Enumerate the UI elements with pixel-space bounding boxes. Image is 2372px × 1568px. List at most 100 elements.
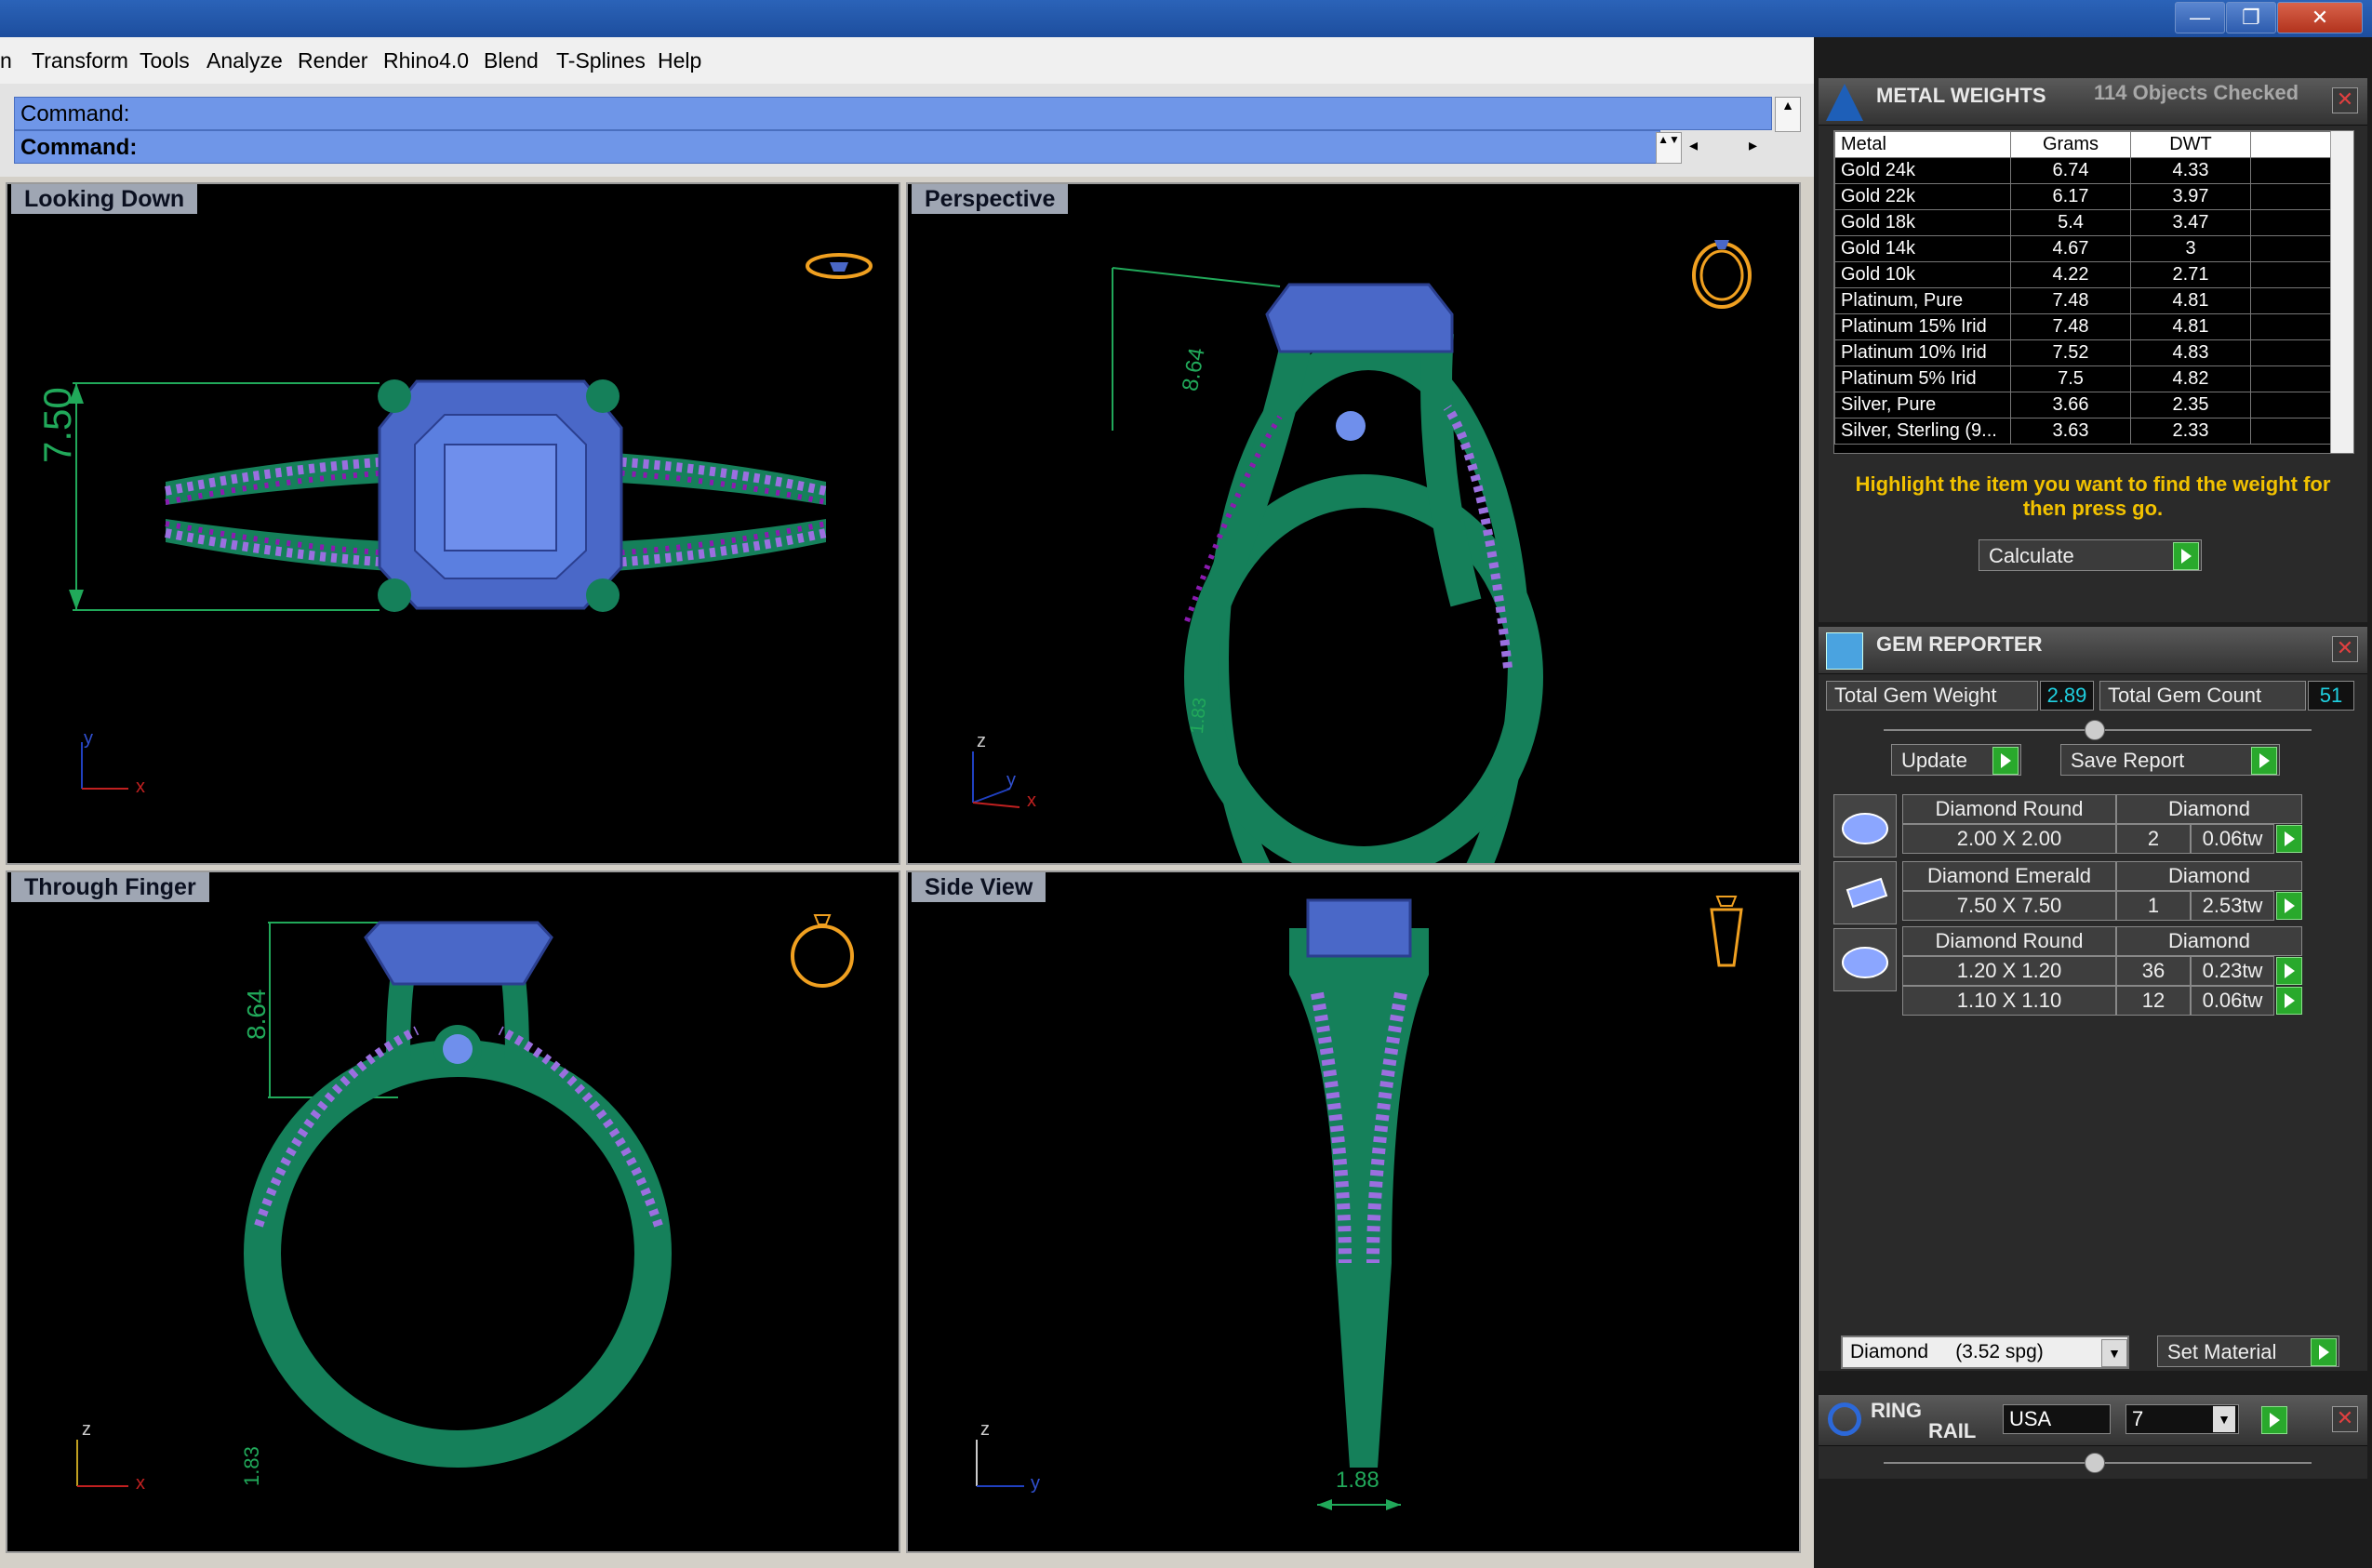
table-scrollbar[interactable] <box>2330 131 2353 453</box>
column-header[interactable]: Metal <box>1834 131 2011 158</box>
menu-item-transform[interactable]: Transform <box>32 48 128 73</box>
menu-item-render[interactable]: Render <box>298 48 367 73</box>
calculate-button[interactable]: Calculate <box>1979 539 2202 571</box>
gem-reporter-icon <box>1826 632 1863 670</box>
viewport-label[interactable]: Through Finger <box>11 872 209 902</box>
restore-button[interactable]: ❐ <box>2226 2 2276 33</box>
axis-label-x: x <box>136 1473 145 1494</box>
gem-material: Diamond <box>2116 926 2302 956</box>
set-material-label: Set Material <box>2167 1340 2277 1363</box>
command-scroll-up-icon[interactable]: ▲ <box>1775 97 1801 132</box>
save-report-button[interactable]: Save Report <box>2060 744 2280 776</box>
material-select[interactable]: Diamond (3.52 spg) <box>1841 1335 2129 1369</box>
metal-name: Silver, Pure <box>1834 392 2011 419</box>
viewport-label[interactable]: Perspective <box>912 184 1069 214</box>
gem-go-button[interactable] <box>2276 892 2302 920</box>
chevron-right-icon[interactable]: ▸ <box>1749 136 1757 155</box>
instructions-text: Highlight the item you want to find the … <box>1855 472 2331 520</box>
table-row[interactable]: Gold 22k 6.17 3.97 <box>1834 183 2338 210</box>
menu-item-rhino4[interactable]: Rhino4.0 <box>383 48 469 73</box>
table-row[interactable]: Gold 10k 4.22 2.71 <box>1834 261 2338 288</box>
gem-go-button[interactable] <box>2276 957 2302 985</box>
grams-value: 3.63 <box>2010 418 2131 445</box>
gem-go-button[interactable] <box>2276 987 2302 1015</box>
viewport-label[interactable]: Looking Down <box>11 184 198 214</box>
close-icon[interactable]: ✕ <box>2332 87 2358 113</box>
command-spin-icon[interactable]: ▲▼ <box>1656 132 1682 164</box>
gem-shape: Diamond Round <box>1902 926 2116 956</box>
total-gem-count-value: 51 <box>2308 681 2354 711</box>
ring-side-view <box>976 896 1743 1510</box>
metal-name: Silver, Sterling (9... <box>1834 418 2011 445</box>
grams-value: 7.52 <box>2010 339 2131 366</box>
grams-value: 3.66 <box>2010 392 2131 419</box>
gem-go-button[interactable] <box>2276 825 2302 853</box>
grams-value: 7.48 <box>2010 287 2131 314</box>
slider-handle[interactable] <box>2085 720 2105 740</box>
close-icon[interactable]: ✕ <box>2332 1406 2358 1432</box>
go-arrow-icon <box>2173 542 2199 570</box>
command-input[interactable]: Command: <box>14 130 1660 164</box>
dimension-label-2: 1.83 <box>1187 697 1211 735</box>
ring-rail-go-button[interactable] <box>2261 1406 2287 1434</box>
viewport-side-view[interactable]: Side View 1.88 z y <box>906 870 1801 1553</box>
menu-bar: n Transform Tools Analyze Render Rhino4.… <box>0 37 1814 85</box>
menu-item-file[interactable]: n <box>0 48 12 73</box>
chevron-down-icon[interactable]: ▼ <box>2101 1339 2127 1367</box>
gem-size: 1.10 X 1.10 <box>1902 986 2116 1016</box>
gem-weight: 0.23tw <box>2191 956 2274 986</box>
table-row[interactable]: Silver, Sterling (9... 3.63 2.33 <box>1834 418 2338 445</box>
table-row[interactable]: Gold 24k 6.74 4.33 <box>1834 157 2338 184</box>
dimension-label: 1.88 <box>1336 1468 1379 1493</box>
menu-item-help[interactable]: Help <box>658 48 701 73</box>
dwt-value: 3.97 <box>2130 183 2251 210</box>
grams-value: 4.22 <box>2010 261 2131 288</box>
minimize-button[interactable]: — <box>2175 2 2225 33</box>
table-row[interactable]: Gold 14k 4.67 3 <box>1834 235 2338 262</box>
column-header[interactable]: DWT <box>2130 131 2251 158</box>
viewport-looking-down[interactable]: Looking Down 7.50 y x <box>6 182 900 865</box>
axis-label-y: y <box>1031 1473 1040 1494</box>
dwt-value: 4.81 <box>2130 287 2251 314</box>
chevron-down-icon[interactable]: ▼ <box>2213 1406 2235 1432</box>
dwt-value: 2.35 <box>2130 392 2251 419</box>
axis-label-z: z <box>82 1419 91 1440</box>
table-row[interactable]: Gold 18k 5.4 3.47 <box>1834 209 2338 236</box>
metal-weights-table[interactable]: Metal Grams DWT Gold 24k 6.74 4.33 Gold 22… <box>1833 130 2354 454</box>
go-arrow-icon <box>2311 1338 2337 1366</box>
viewport-label[interactable]: Side View <box>912 872 1046 902</box>
table-row[interactable]: Platinum 5% Irid 7.5 4.82 <box>1834 365 2338 392</box>
command-history: Command: <box>14 97 1772 130</box>
menu-item-tsplines[interactable]: T-Splines <box>556 48 646 73</box>
gem-reporter-title: GEM REPORTER <box>1876 632 2043 656</box>
menu-item-blend[interactable]: Blend <box>484 48 539 73</box>
update-button[interactable]: Update <box>1891 744 2021 776</box>
table-row[interactable]: Platinum, Pure 7.48 4.81 <box>1834 287 2338 314</box>
metal-name: Gold 10k <box>1834 261 2011 288</box>
dwt-value: 2.33 <box>2130 418 2251 445</box>
country-field[interactable]: USA <box>2003 1404 2111 1434</box>
gem-count: 12 <box>2116 986 2191 1016</box>
dwt-value: 4.82 <box>2130 365 2251 392</box>
table-row[interactable]: Silver, Pure 3.66 2.35 <box>1834 392 2338 419</box>
viewport-through-finger[interactable]: Through Finger 8.64 1.83 z x <box>6 870 900 1553</box>
close-icon[interactable]: ✕ <box>2332 636 2358 662</box>
gem-material: Diamond <box>2116 794 2302 824</box>
go-arrow-icon <box>2251 747 2277 775</box>
table-row[interactable]: Platinum 15% Irid 7.48 4.81 <box>1834 313 2338 340</box>
viewport-perspective[interactable]: Perspective 8.64 1.83 z y x <box>906 182 1801 865</box>
column-header[interactable]: Grams <box>2010 131 2131 158</box>
command-area: Command: Command: ▲ ▲▼ ◂ ▸ <box>0 84 1814 177</box>
ring-rail-slider-handle[interactable] <box>2085 1453 2105 1473</box>
metal-name: Platinum, Pure <box>1834 287 2011 314</box>
gem-size: 2.00 X 2.00 <box>1902 824 2116 854</box>
dwt-value: 3 <box>2130 235 2251 262</box>
gem-weight: 2.53tw <box>2191 891 2274 921</box>
ring-rail-header: RING RAIL USA 7 ▼ ✕ <box>1819 1395 2367 1446</box>
table-row[interactable]: Platinum 10% Irid 7.52 4.83 <box>1834 339 2338 366</box>
menu-item-tools[interactable]: Tools <box>140 48 190 73</box>
chevron-left-icon[interactable]: ◂ <box>1689 136 1698 155</box>
close-button[interactable]: ✕ <box>2277 2 2363 33</box>
set-material-button[interactable]: Set Material <box>2157 1335 2339 1367</box>
menu-item-analyze[interactable]: Analyze <box>207 48 283 73</box>
